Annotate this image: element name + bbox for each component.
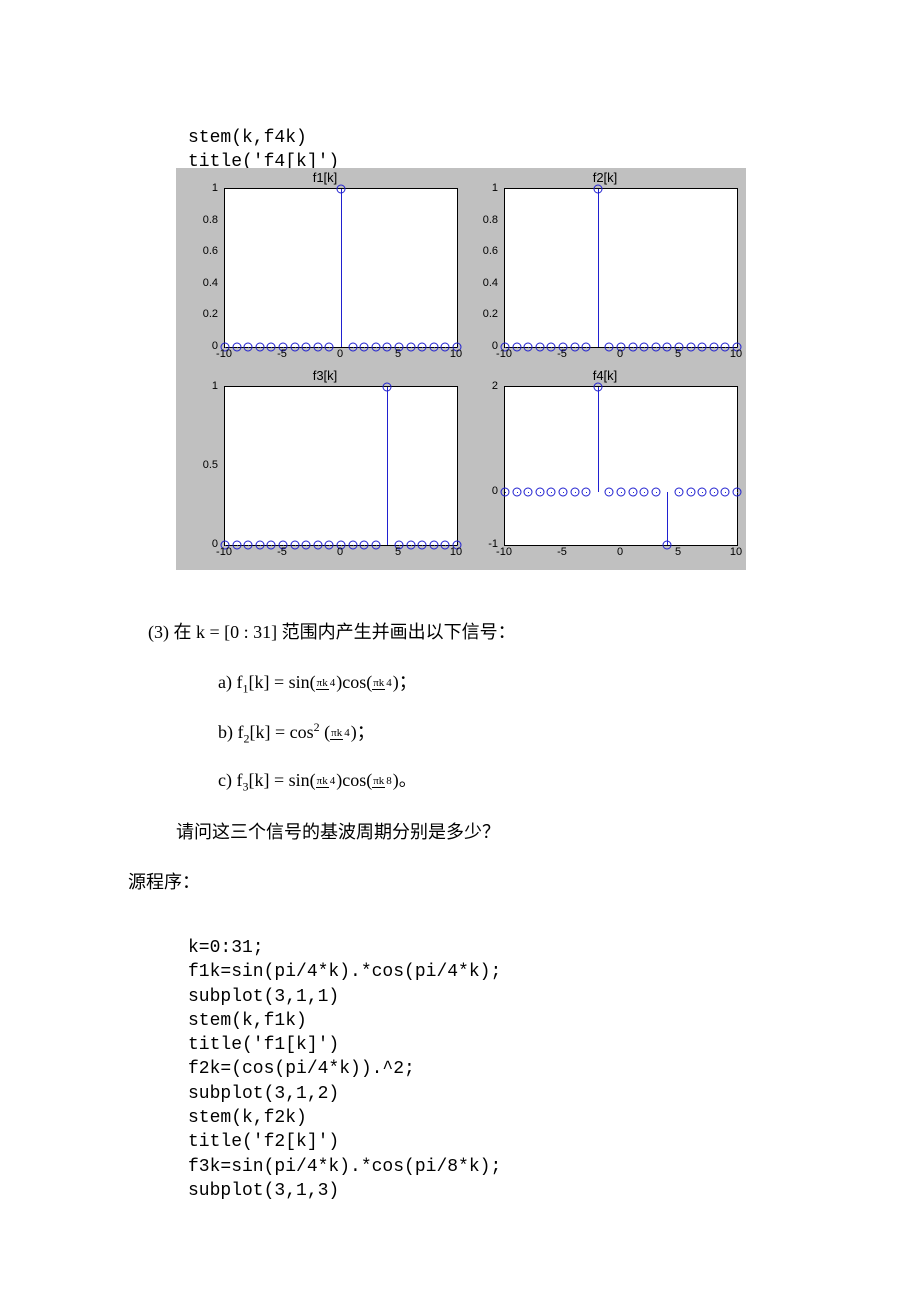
chart-axes [224,188,458,348]
formula-text: cos [342,672,366,692]
section-3-heading: (3) 在 k = [0 : 31] 范围内产生并画出以下信号： [148,618,516,644]
section-k-range: k = [0 : 31] [196,622,277,642]
frac-top: πk [372,677,385,690]
frac-top: πk [372,775,385,788]
document-page: stem(k,f4k) title('f4[k]') f1[k] 00.20.4… [0,0,920,1302]
chart-axes [504,386,738,546]
section-prefix: (3) 在 [148,622,196,642]
subplot-f1: f1[k] 00.20.40.60.81-10-50510 [190,188,460,360]
chart-title: f2[k] [470,170,740,185]
formula-c: c) f3[k] = sin(πk4)cos(πk8)。 [218,766,417,795]
formula-text: cos [342,770,366,790]
formula-b: b) f2[k] = cos2 (πk4)； [218,718,375,747]
section-suffix: 范围内产生并画出以下信号： [277,622,516,642]
subplot-f2: f2[k] 00.20.40.60.81-10-50510 [470,188,740,360]
frac-bot: 4 [343,727,351,739]
subplot-f4: f4[k] -102-10-50510 [470,386,740,558]
formula-text: [k] = sin [248,672,309,692]
formula-text: [k] = sin [248,770,309,790]
chart-title: f4[k] [470,368,740,383]
figure-2x2: f1[k] 00.20.40.60.81-10-50510 f2[k] 00.2… [176,168,746,570]
punct: ； [399,672,417,692]
frac-bot: 8 [385,775,393,787]
formula-text: a) f [218,672,242,692]
source-code-label: 源程序： [128,868,200,894]
punct: ； [357,722,375,742]
chart-axes [224,386,458,546]
frac-top: πk [316,775,329,788]
frac-bot: 4 [385,677,393,689]
chart-axes [504,188,738,348]
formula-text: b) f [218,722,244,742]
subplot-f3: f3[k] 00.51-10-50510 [190,386,460,558]
question-text: 请问这三个信号的基波周期分别是多少？ [176,818,500,844]
formula-a: a) f1[k] = sin(πk4)cos(πk4)； [218,668,417,697]
formula-text: c) f [218,770,242,790]
chart-title: f3[k] [190,368,460,383]
formula-text: [k] = cos [250,722,314,742]
punct: 。 [399,770,417,790]
chart-title: f1[k] [190,170,460,185]
frac-top: πk [330,727,343,740]
code-block-bottom: k=0:31; f1k=sin(pi/4*k).*cos(pi/4*k); su… [188,936,501,1203]
frac-top: πk [316,677,329,690]
